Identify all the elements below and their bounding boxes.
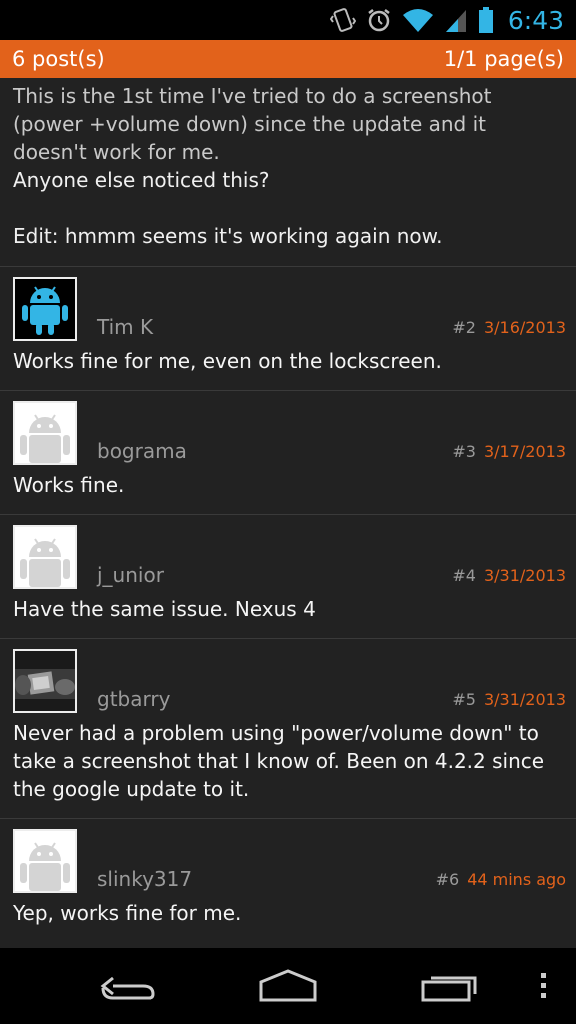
- android-default-icon: [20, 538, 70, 587]
- post-number: #4: [452, 566, 476, 585]
- post-author[interactable]: gtbarry: [97, 687, 452, 713]
- post-date: 3/31/2013: [483, 566, 566, 585]
- signal-icon: [444, 7, 468, 33]
- photo-avatar: [15, 651, 75, 711]
- post-item[interactable]: bograma #3 3/17/2013 Works fine.: [0, 391, 576, 515]
- first-post-question: Anyone else noticed this?: [13, 168, 270, 192]
- post-date: 44 mins ago: [467, 870, 566, 889]
- avatar[interactable]: [13, 401, 77, 465]
- status-time: 6:43: [507, 5, 564, 35]
- post-body: Works fine.: [13, 473, 125, 497]
- wifi-icon: [402, 7, 434, 33]
- battery-icon: [478, 6, 494, 34]
- post-body: Yep, works fine for me.: [13, 901, 242, 925]
- post-number: #6: [435, 870, 460, 889]
- first-post-edit: Edit: hmmm seems it's working again now.: [13, 224, 443, 248]
- navigation-bar: [0, 948, 576, 1024]
- post-date: 3/17/2013: [483, 442, 566, 461]
- post-number: #2: [452, 318, 476, 337]
- recents-icon[interactable]: [418, 966, 482, 1006]
- post-date: 3/31/2013: [483, 690, 566, 709]
- post-number: #5: [452, 690, 476, 709]
- avatar[interactable]: [13, 277, 77, 341]
- avatar[interactable]: [13, 649, 77, 713]
- post-number: #3: [452, 442, 476, 461]
- avatar[interactable]: [13, 525, 77, 589]
- post-author[interactable]: bograma: [97, 439, 452, 465]
- post-item[interactable]: gtbarry #5 3/31/2013 Never had a problem …: [0, 639, 576, 819]
- alarm-icon: [366, 7, 392, 33]
- vibrate-icon: [329, 6, 356, 34]
- android-default-icon: [20, 414, 70, 463]
- post-meta: #6 44 mins ago: [436, 870, 566, 893]
- post-item[interactable]: j_unior #4 3/31/2013 Have the same issue.…: [0, 515, 576, 639]
- posts-count: 6 post(s): [12, 47, 105, 71]
- post-body: Have the same issue. Nexus 4: [13, 597, 316, 621]
- page-indicator[interactable]: 1/1 page(s): [444, 47, 564, 71]
- menu-icon[interactable]: [534, 970, 554, 1002]
- post-body: Never had a problem using "power/volume …: [13, 721, 545, 801]
- post-item[interactable]: slinky317 #6 44 mins ago Yep, works fine …: [0, 819, 576, 942]
- back-icon[interactable]: [96, 966, 160, 1006]
- post-author[interactable]: slinky317: [97, 867, 436, 893]
- home-icon[interactable]: [256, 966, 320, 1006]
- thread-content[interactable]: This is the 1st time I've tried to do a …: [0, 78, 576, 948]
- android-default-icon: [20, 842, 70, 891]
- post-meta: #5 3/31/2013: [452, 690, 566, 713]
- post-meta: #4 3/31/2013: [452, 566, 566, 589]
- first-post-text: This is the 1st time I've tried to do a …: [13, 84, 498, 164]
- thread-header: 6 post(s) 1/1 page(s): [0, 40, 576, 78]
- post-author[interactable]: Tim K: [97, 315, 452, 341]
- first-post: This is the 1st time I've tried to do a …: [0, 78, 576, 267]
- avatar[interactable]: [13, 829, 77, 893]
- post-body: Works fine for me, even on the lockscree…: [13, 349, 442, 373]
- post-date: 3/16/2013: [483, 318, 566, 337]
- status-bar: 6:43: [0, 0, 576, 40]
- android-blue-icon: [22, 286, 68, 335]
- post-meta: #2 3/16/2013: [452, 318, 566, 341]
- post-meta: #3 3/17/2013: [452, 442, 566, 465]
- post-item[interactable]: Tim K #2 3/16/2013 Works fine for me, eve…: [0, 267, 576, 391]
- post-author[interactable]: j_unior: [97, 563, 452, 589]
